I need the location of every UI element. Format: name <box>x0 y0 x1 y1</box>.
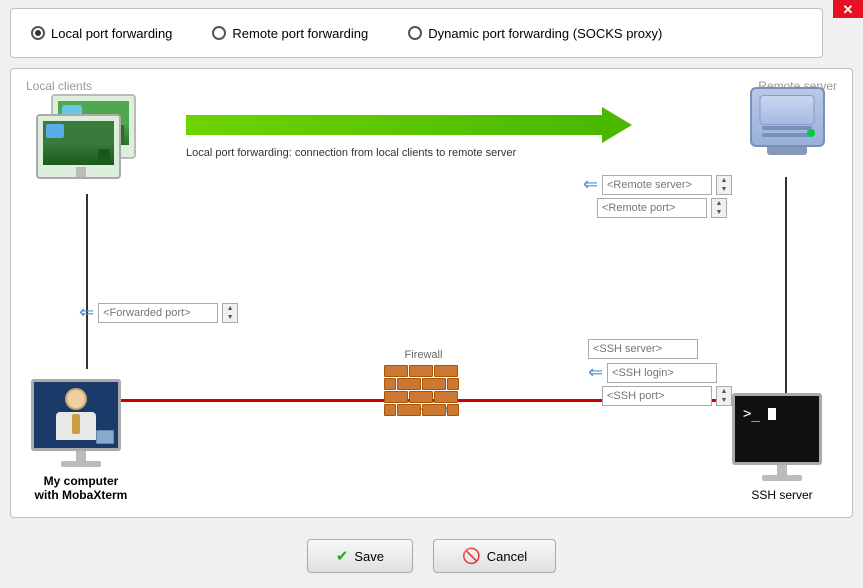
remote-port-input[interactable] <box>597 198 707 218</box>
remote-server-arrow: ⇐ <box>583 174 598 195</box>
close-button[interactable]: ✕ <box>833 0 863 18</box>
tm-screen: >_ <box>732 393 822 465</box>
spin-up-icon-4: ▲ <box>717 387 731 396</box>
pm-screen <box>31 379 121 451</box>
button-bar: ✔ Save 🚫 Cancel <box>0 539 863 573</box>
ssh-port-spinner[interactable]: ▲ ▼ <box>716 386 732 406</box>
forwarded-port-spinner[interactable]: ▲ ▼ <box>222 303 238 323</box>
monitor-stack <box>31 94 161 194</box>
spin-up-icon-2: ▲ <box>712 199 726 208</box>
pm-base <box>61 461 101 467</box>
brick-row-1 <box>384 365 464 377</box>
radio-circle-dynamic <box>408 26 422 40</box>
ssh-server-inputs: ⇐ ⇐ ▲ ▼ <box>588 339 732 406</box>
direction-arrow <box>186 107 632 143</box>
tm-base <box>762 475 802 481</box>
vert-line-left <box>86 194 88 369</box>
spin-down-icon-2: ▼ <box>712 208 726 217</box>
person-monitor <box>31 379 131 469</box>
radio-label-remote: Remote port forwarding <box>232 26 368 41</box>
terminal-monitor: >_ <box>732 393 832 483</box>
radio-circle-local <box>31 26 45 40</box>
hdd-body <box>750 87 825 147</box>
arrow-label: Local port forwarding: connection from l… <box>186 147 516 159</box>
remote-server-input-row: ⇐ ▲ ▼ <box>583 174 732 195</box>
radio-local[interactable]: Local port forwarding <box>31 26 172 41</box>
brick-row-3 <box>384 391 464 403</box>
tm-cursor <box>768 408 776 420</box>
close-icon: ✕ <box>843 3 854 16</box>
ssh-port-input-row: ⇐ ▲ ▼ <box>588 386 732 406</box>
brick-row-2 <box>384 378 464 390</box>
ssh-login-input[interactable] <box>607 363 717 383</box>
tm-prompt: >_ <box>743 406 776 422</box>
spin-up-icon: ▲ <box>717 176 731 185</box>
remote-port-input-row: ⇐ ▲ ▼ <box>583 198 732 218</box>
pm-stand <box>76 451 86 461</box>
monitor-front <box>36 114 121 179</box>
ssh-server-area: >_ SSH server <box>732 393 832 502</box>
ssh-login-input-row: ⇐ <box>588 362 732 383</box>
firewall-area: Firewall <box>384 349 464 417</box>
my-computer-label: My computer with MobaXterm <box>35 474 128 502</box>
vert-line-right <box>785 177 787 399</box>
cancel-icon: 🚫 <box>462 547 481 565</box>
ssh-port-input[interactable] <box>602 386 712 406</box>
forwarded-port-arrow: ⇐ <box>79 302 94 323</box>
remote-server-input[interactable] <box>602 175 712 195</box>
tm-stand <box>777 465 787 475</box>
brick-wall <box>384 365 464 417</box>
radio-label-dynamic: Dynamic port forwarding (SOCKS proxy) <box>428 26 662 41</box>
my-computer-area: My computer with MobaXterm <box>31 379 131 502</box>
radio-remote[interactable]: Remote port forwarding <box>212 26 368 41</box>
monitor-stand-front <box>76 167 86 177</box>
radio-label-local: Local port forwarding <box>51 26 172 41</box>
radio-dynamic[interactable]: Dynamic port forwarding (SOCKS proxy) <box>408 26 662 41</box>
local-clients-label: Local clients <box>26 79 92 93</box>
remote-server-spinner[interactable]: ▲ ▼ <box>716 175 732 195</box>
spin-down-icon-4: ▼ <box>717 396 731 405</box>
pm-person-icon <box>51 388 101 443</box>
ssh-arrow: ⇐ <box>588 362 603 383</box>
save-button[interactable]: ✔ Save <box>307 539 413 573</box>
diagram-area: Local clients Remote server Local port f… <box>10 68 853 518</box>
remote-port-spinner[interactable]: ▲ ▼ <box>711 198 727 218</box>
radio-circle-remote <box>212 26 226 40</box>
ssh-server-label: SSH server <box>751 488 812 502</box>
local-clients-icon <box>31 94 161 194</box>
cancel-button[interactable]: 🚫 Cancel <box>433 539 556 573</box>
hdd-light <box>807 129 815 137</box>
ssh-server-input[interactable] <box>588 339 698 359</box>
save-icon: ✔ <box>336 547 349 565</box>
remote-server-inputs: ⇐ ▲ ▼ ⇐ ▲ ▼ <box>583 174 732 218</box>
hdd-connector <box>767 147 807 155</box>
cancel-label: Cancel <box>487 549 527 564</box>
save-label: Save <box>354 549 384 564</box>
forwarded-port-input[interactable] <box>98 303 218 323</box>
spin-up-icon-3: ▲ <box>223 304 237 313</box>
radio-bar: Local port forwarding Remote port forwar… <box>10 8 823 58</box>
brick-row-4 <box>384 404 464 416</box>
spin-down-icon: ▼ <box>717 185 731 194</box>
monitor-front-screen <box>43 121 114 165</box>
firewall-label: Firewall <box>405 349 443 361</box>
ssh-server-input-row <box>588 339 732 359</box>
spin-down-icon-3: ▼ <box>223 313 237 322</box>
forwarded-port-area: ⇐ ▲ ▼ <box>79 302 238 323</box>
remote-server-icon <box>742 87 832 177</box>
